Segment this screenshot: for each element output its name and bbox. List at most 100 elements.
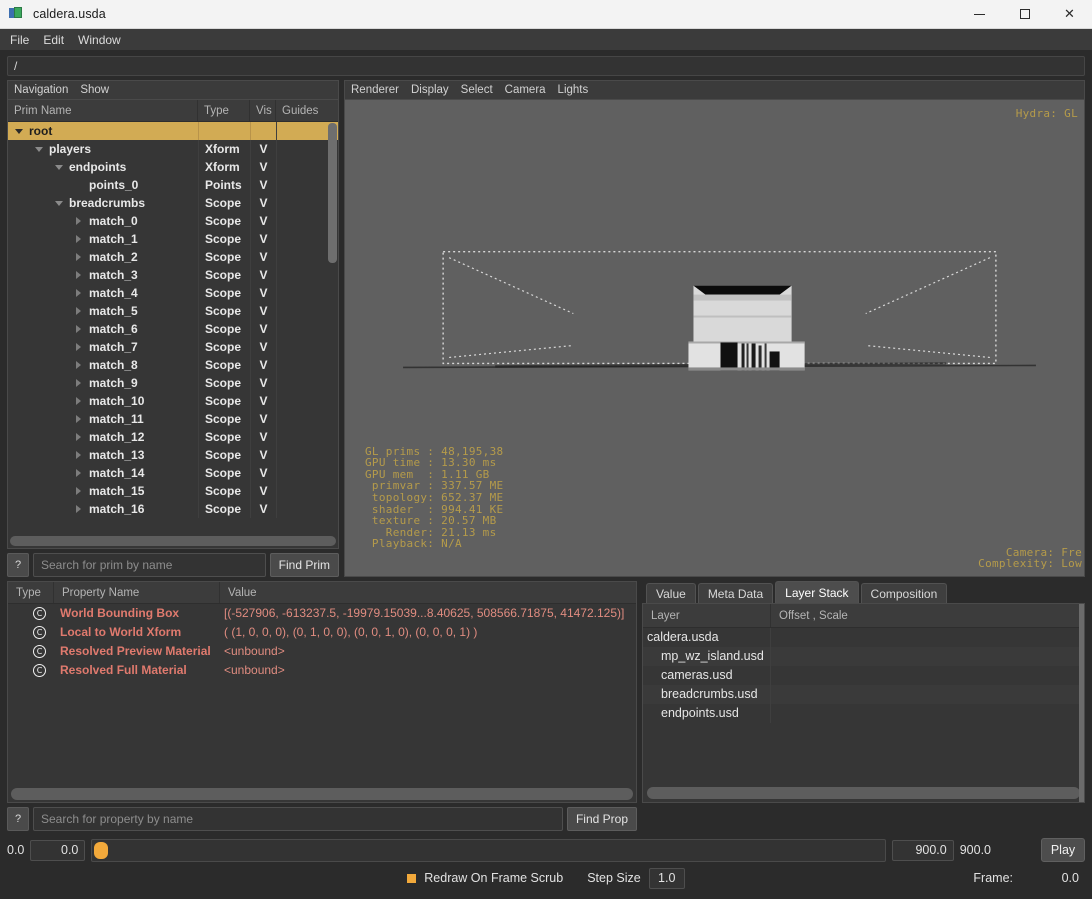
tree-row-vis-toggle[interactable]: V [250, 266, 276, 284]
tree-row-guides[interactable] [276, 302, 324, 320]
menu-navigation[interactable]: Navigation [8, 81, 74, 100]
tree-row-vis-toggle[interactable]: V [250, 410, 276, 428]
property-horizontal-scrollbar[interactable] [8, 786, 636, 802]
tree-row-guides[interactable] [276, 446, 324, 464]
timeline-end-field[interactable]: 900.0 [891, 839, 954, 861]
timeline-slider-handle[interactable] [94, 841, 109, 859]
tree-horizontal-scrollbar[interactable] [8, 534, 338, 548]
chevron-right-icon[interactable] [72, 289, 85, 297]
column-header-type[interactable]: Type [198, 100, 250, 121]
chevron-right-icon[interactable] [72, 469, 85, 477]
tree-row-vis-toggle[interactable]: V [250, 338, 276, 356]
column-header-prop-value[interactable]: Value [220, 582, 636, 603]
tree-row[interactable]: match_16 Scope V [8, 500, 338, 518]
column-header-offset[interactable]: Offset , Scale [771, 604, 1084, 627]
tree-row-vis-toggle[interactable]: V [250, 500, 276, 518]
tree-row[interactable]: match_7 Scope V [8, 338, 338, 356]
chevron-right-icon[interactable] [72, 253, 85, 261]
chevron-right-icon[interactable] [72, 505, 85, 513]
tab-layer-stack[interactable]: Layer Stack [775, 581, 859, 603]
tree-row[interactable]: match_4 Scope V [8, 284, 338, 302]
chevron-right-icon[interactable] [72, 343, 85, 351]
menu-camera[interactable]: Camera [499, 81, 552, 100]
chevron-right-icon[interactable] [72, 397, 85, 405]
tree-row-vis-toggle[interactable]: V [250, 212, 276, 230]
find-prop-button[interactable]: Find Prop [566, 807, 637, 831]
tree-row[interactable]: match_13 Scope V [8, 446, 338, 464]
tree-row-vis-toggle[interactable]: V [250, 464, 276, 482]
tree-row-guides[interactable] [276, 158, 324, 176]
tree-row-guides[interactable] [276, 230, 324, 248]
property-search-input[interactable]: Search for property by name [33, 807, 563, 831]
tree-row-vis-toggle[interactable]: V [250, 428, 276, 446]
tree-row[interactable]: players Xform V [8, 140, 338, 158]
chevron-right-icon[interactable] [72, 433, 85, 441]
tree-row-guides[interactable] [276, 176, 324, 194]
timeline-slider[interactable] [91, 838, 886, 862]
chevron-right-icon[interactable] [72, 217, 85, 225]
property-row[interactable]: C Resolved Full Material <unbound> [8, 661, 636, 680]
3d-viewport[interactable]: Hydra: GL GL prims : 48,195,38 GPU time … [344, 99, 1085, 577]
chevron-right-icon[interactable] [72, 307, 85, 315]
chevron-right-icon[interactable] [72, 325, 85, 333]
minimize-button[interactable] [957, 0, 1002, 29]
tree-row[interactable]: match_11 Scope V [8, 410, 338, 428]
tree-row-guides[interactable] [276, 410, 324, 428]
close-button[interactable]: ✕ [1047, 0, 1092, 29]
menu-lights[interactable]: Lights [552, 81, 595, 100]
prim-search-help-button[interactable]: ? [7, 553, 29, 577]
chevron-down-icon[interactable] [32, 146, 45, 152]
layer-vertical-scrollbar[interactable] [1079, 604, 1084, 802]
tree-row[interactable]: endpoints Xform V [8, 158, 338, 176]
tree-row[interactable]: breadcrumbs Scope V [8, 194, 338, 212]
property-row[interactable]: C Local to World Xform ( (1, 0, 0, 0), (0,… [8, 623, 636, 642]
column-header-layer[interactable]: Layer [643, 604, 771, 627]
menu-file[interactable]: File [3, 29, 36, 51]
column-header-prop-name[interactable]: Property Name [54, 582, 220, 603]
play-button[interactable]: Play [1041, 838, 1085, 862]
tree-row-vis-toggle[interactable]: V [250, 374, 276, 392]
tree-row-guides[interactable] [276, 140, 324, 158]
tree-row-guides[interactable] [276, 464, 324, 482]
tab-value[interactable]: Value [646, 583, 696, 603]
layer-row[interactable]: cameras.usd [643, 666, 1084, 685]
tree-row[interactable]: points_0 Points V [8, 176, 338, 194]
tree-row-vis-toggle[interactable]: V [250, 320, 276, 338]
tree-row[interactable]: match_9 Scope V [8, 374, 338, 392]
property-row[interactable]: C World Bounding Box [(-527906, -613237.5,… [8, 604, 636, 623]
frame-value[interactable]: 0.0 [1019, 868, 1085, 889]
tree-row-guides[interactable] [276, 374, 324, 392]
chevron-right-icon[interactable] [72, 451, 85, 459]
tree-row-vis-toggle[interactable]: V [250, 194, 276, 212]
chevron-right-icon[interactable] [72, 415, 85, 423]
timeline-start-field[interactable]: 0.0 [30, 839, 86, 861]
tree-row[interactable]: match_2 Scope V [8, 248, 338, 266]
tree-row-guides[interactable] [276, 428, 324, 446]
chevron-right-icon[interactable] [72, 361, 85, 369]
column-header-vis[interactable]: Vis [250, 100, 276, 121]
tree-row[interactable]: match_0 Scope V [8, 212, 338, 230]
column-header-prim-name[interactable]: Prim Name [8, 100, 198, 121]
tree-row[interactable]: match_15 Scope V [8, 482, 338, 500]
prim-search-input[interactable]: Search for prim by name [33, 553, 266, 577]
layer-row[interactable]: endpoints.usd [643, 704, 1084, 723]
tab-composition[interactable]: Composition [860, 583, 948, 603]
tree-row-guides[interactable] [276, 392, 324, 410]
layer-row[interactable]: mp_wz_island.usd [643, 647, 1084, 666]
tree-row-vis-toggle[interactable]: V [250, 392, 276, 410]
tab-meta-data[interactable]: Meta Data [697, 583, 774, 603]
maximize-button[interactable] [1002, 0, 1047, 29]
tree-row-guides[interactable] [276, 194, 324, 212]
tree-row-vis-toggle[interactable]: V [250, 302, 276, 320]
tree-row-vis-toggle[interactable]: V [250, 482, 276, 500]
redraw-on-frame-scrub-checkbox[interactable] [407, 873, 417, 883]
layer-row[interactable]: breadcrumbs.usd [643, 685, 1084, 704]
tree-row[interactable]: match_6 Scope V [8, 320, 338, 338]
tree-row-guides[interactable] [276, 212, 324, 230]
tree-row[interactable]: match_8 Scope V [8, 356, 338, 374]
tree-row[interactable]: match_1 Scope V [8, 230, 338, 248]
step-size-field[interactable]: 1.0 [648, 867, 685, 889]
chevron-right-icon[interactable] [72, 379, 85, 387]
chevron-right-icon[interactable] [72, 487, 85, 495]
tree-row-vis-toggle[interactable]: V [250, 230, 276, 248]
